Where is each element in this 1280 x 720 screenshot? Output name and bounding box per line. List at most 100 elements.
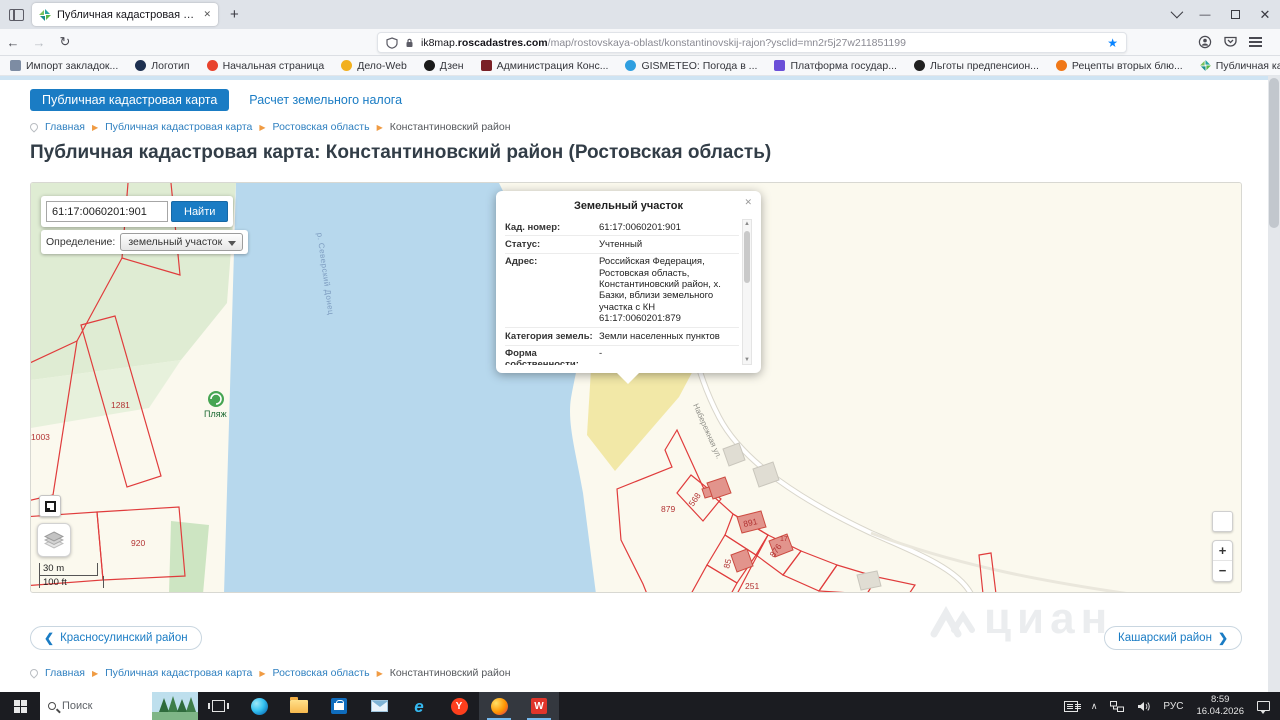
back-icon[interactable]: ← [0, 35, 26, 50]
language-indicator[interactable]: РУС [1163, 701, 1183, 712]
measure-tool-button[interactable] [39, 495, 61, 517]
mail-icon [370, 700, 388, 712]
window-minimize-button[interactable]: — [1190, 9, 1220, 21]
url-text: ik8map.roscadastres.com/map/rostovskaya-… [421, 36, 906, 49]
prev-region-button[interactable]: ❮ Красносулинский район [30, 626, 202, 650]
browser-tab[interactable]: Публичная кадастровая карта ✕ [32, 3, 218, 26]
account-icon[interactable] [1198, 35, 1212, 49]
taskbar: Поиск e Y W ∧ РУС 8:59 16.04.2026 [0, 692, 1280, 720]
object-type-select[interactable]: земельный участок [120, 233, 244, 251]
breadcrumb-region[interactable]: Ростовская область [273, 121, 370, 133]
tab-title: Публичная кадастровая карта [57, 8, 198, 21]
bookmark-item[interactable]: Администрация Конс... [480, 60, 608, 72]
map-filter: Определение: земельный участок [41, 230, 249, 254]
network-icon[interactable] [1110, 700, 1125, 712]
search-input[interactable] [46, 201, 168, 222]
start-button[interactable] [0, 692, 40, 720]
filter-label: Определение: [46, 236, 116, 248]
search-icon [48, 702, 56, 710]
clock[interactable]: 8:59 16.04.2026 [1196, 694, 1244, 718]
zoom-control: + − [1212, 540, 1233, 582]
volume-icon[interactable] [1137, 701, 1151, 712]
forward-icon[interactable]: → [26, 35, 52, 50]
new-tab-button[interactable]: + [230, 6, 239, 23]
tab-cadastral-map[interactable]: Публичная кадастровая карта [30, 89, 230, 111]
parcel-label: 1003 [31, 432, 50, 442]
pin-icon [28, 667, 40, 679]
popup-close-icon[interactable]: ✕ [744, 197, 752, 208]
scroll-down-icon[interactable]: ▼ [743, 357, 751, 363]
lock-icon[interactable] [404, 37, 415, 49]
find-button[interactable]: Найти [171, 201, 229, 222]
taskbar-app-yandex[interactable]: Y [439, 692, 479, 720]
layers-button[interactable] [37, 523, 71, 557]
taskbar-app-edge[interactable] [239, 692, 279, 720]
breadcrumb-bottom: Главная ▶ Публичная кадастровая карта ▶ Ро… [28, 667, 511, 679]
menu-icon[interactable] [1249, 37, 1262, 39]
tab-close-icon[interactable]: ✕ [203, 9, 211, 20]
window-restore-button[interactable] [1220, 9, 1250, 21]
dzen-icon [423, 60, 435, 71]
firefox-view-icon[interactable] [9, 8, 24, 21]
bookmark-item[interactable]: Начальная страница [206, 60, 324, 72]
pkk-favicon-icon [39, 8, 51, 21]
windows-logo-icon [13, 699, 27, 713]
popup-row: Адрес: Российская Федерация, Ростовская о… [505, 252, 739, 327]
breadcrumb-home[interactable]: Главная [45, 121, 85, 133]
breadcrumb-region[interactable]: Ростовская область [273, 667, 370, 679]
map-green-shore [169, 521, 209, 592]
home-page-icon [206, 60, 218, 71]
action-center-icon[interactable] [1257, 701, 1270, 714]
administration-icon [480, 60, 492, 71]
bookmark-item[interactable]: Дзен [423, 60, 464, 72]
reload-icon[interactable]: ↻ [52, 34, 78, 50]
pocket-icon[interactable] [1224, 36, 1237, 48]
bookmark-item[interactable]: Дело-Web [341, 60, 407, 72]
tab-land-tax[interactable]: Расчет земельного налога [249, 93, 402, 107]
logo-icon [135, 60, 147, 71]
taskbar-app-store[interactable] [319, 692, 359, 720]
breadcrumb-map[interactable]: Публичная кадастровая карта [105, 121, 252, 133]
chevron-right-icon: ❯ [1217, 631, 1228, 645]
zoom-in-button[interactable]: + [1213, 541, 1232, 561]
bookmark-item[interactable]: Импорт закладок... [10, 60, 118, 72]
next-region-button[interactable]: Кашарский район ❯ [1104, 626, 1242, 650]
scroll-thumb[interactable] [744, 231, 750, 283]
taskbar-app-firefox[interactable] [479, 692, 519, 720]
breadcrumb-current: Константиновский район [389, 121, 511, 133]
fullscreen-button[interactable] [1212, 511, 1233, 532]
shield-icon[interactable] [386, 36, 398, 49]
scroll-up-icon[interactable]: ▲ [743, 221, 751, 227]
map-canvas[interactable]: 1281 1003 920 879 568 891 876 85 251 17 … [30, 182, 1242, 593]
breadcrumb-home[interactable]: Главная [45, 667, 85, 679]
system-tray: ∧ РУС 8:59 16.04.2026 [1063, 694, 1280, 718]
internet-explorer-icon: e [414, 696, 424, 716]
breadcrumb-map[interactable]: Публичная кадастровая карта [105, 667, 252, 679]
taskbar-app-w[interactable]: W [519, 692, 559, 720]
popup-scrollbar[interactable]: ▲ ▼ [742, 219, 752, 365]
bookmark-item[interactable]: Платформа государ... [774, 60, 897, 72]
taskbar-search[interactable]: Поиск [40, 692, 198, 720]
url-bar[interactable]: ik8map.roscadastres.com/map/rostovskaya-… [377, 32, 1127, 53]
taskbar-app-ie[interactable]: e [399, 692, 439, 720]
tray-expand-icon[interactable]: ∧ [1091, 701, 1098, 712]
bookmark-item[interactable]: Логотип [135, 60, 190, 72]
page-scrollbar[interactable] [1268, 76, 1280, 692]
bookmark-item[interactable]: Публичная кадастро... [1199, 60, 1280, 72]
tab-list-chevron-icon[interactable] [1160, 5, 1190, 21]
taskbar-app-explorer[interactable] [279, 692, 319, 720]
parcel-info-popup: ✕ Земельный участок Кад. номер: 61:17:006… [496, 191, 761, 384]
task-view-icon[interactable] [208, 700, 229, 712]
gov-platform-icon [774, 60, 786, 71]
bookmark-item[interactable]: GISMETEO: Погода в ... [625, 60, 757, 72]
news-widget-icon[interactable] [1063, 700, 1078, 712]
zoom-out-button[interactable]: − [1213, 561, 1232, 581]
bookmark-item[interactable]: Льготы предпенсион... [913, 60, 1039, 72]
parcel-label: 879 [661, 504, 675, 514]
bookmark-star-icon[interactable]: ★ [1107, 36, 1118, 50]
page-scroll-thumb[interactable] [1269, 78, 1279, 228]
window-close-button[interactable]: ✕ [1250, 7, 1280, 23]
breadcrumb-current: Константиновский район [389, 667, 511, 679]
bookmark-item[interactable]: Рецепты вторых блю... [1055, 60, 1183, 72]
taskbar-app-mail[interactable] [359, 692, 399, 720]
